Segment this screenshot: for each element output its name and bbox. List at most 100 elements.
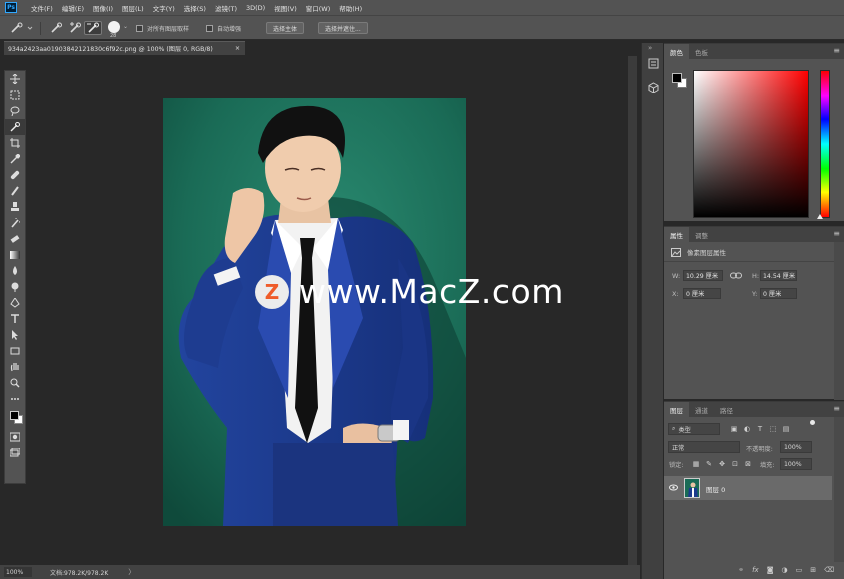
menu-file[interactable]: 文件(F) <box>31 3 53 13</box>
canvas-vertical-scrollbar[interactable] <box>628 56 637 565</box>
menu-filter[interactable]: 滤镜(T) <box>215 3 237 13</box>
hue-slider[interactable] <box>820 70 830 218</box>
lock-all-icon[interactable]: ⊠ <box>744 460 752 468</box>
select-subject-button[interactable]: 选择主体 <box>266 22 305 34</box>
menu-layer[interactable]: 图层(L) <box>122 3 144 13</box>
trash-icon[interactable]: ⌫ <box>824 566 834 574</box>
layer-row[interactable]: 图层 0 <box>664 476 832 500</box>
link-icon[interactable] <box>730 271 742 280</box>
blend-mode-select[interactable]: 正常 <box>668 441 740 453</box>
add-to-selection-button[interactable] <box>66 21 84 35</box>
layer-filter-select[interactable]: ⌕ 类型 <box>668 423 720 435</box>
tab-layers[interactable]: 图层 <box>664 402 689 417</box>
menu-select[interactable]: 选择(S) <box>184 3 206 13</box>
filter-adjustment-icon[interactable]: ◐ <box>743 425 751 433</box>
height-field[interactable]: 14.54 厘米 <box>760 270 797 281</box>
auto-enhance-checkbox[interactable] <box>206 25 213 32</box>
menu-3d[interactable]: 3D(D) <box>246 4 265 12</box>
tool-marquee[interactable] <box>5 87 25 103</box>
filter-smart-object-icon[interactable]: ▤ <box>782 425 790 433</box>
menu-type[interactable]: 文字(Y) <box>153 3 175 13</box>
hue-slider-handle[interactable] <box>817 214 823 219</box>
history-panel-button[interactable] <box>646 56 660 70</box>
collapse-icon[interactable]: » <box>648 44 652 52</box>
lock-artboard-icon[interactable]: ⊡ <box>731 460 739 468</box>
chevron-down-icon[interactable]: ⌄ <box>123 23 128 30</box>
tool-more[interactable] <box>5 391 25 407</box>
tool-blur[interactable] <box>5 263 25 279</box>
link-layers-icon[interactable]: ⚭ <box>738 566 744 574</box>
tool-dodge[interactable] <box>5 279 25 295</box>
menu-image[interactable]: 图像(I) <box>93 3 113 13</box>
tool-eyedropper[interactable] <box>5 151 25 167</box>
add-mask-icon[interactable]: ◙ <box>767 566 774 574</box>
tool-move[interactable] <box>5 71 25 87</box>
tool-gradient[interactable] <box>5 247 25 263</box>
tool-brush[interactable] <box>5 183 25 199</box>
status-menu-arrow[interactable]: 〉 <box>128 567 135 577</box>
tool-path-selection[interactable] <box>5 327 25 343</box>
menu-edit[interactable]: 编辑(E) <box>62 3 84 13</box>
panel-menu-icon[interactable]: ≡ <box>833 47 840 55</box>
tab-channels[interactable]: 通道 <box>689 402 714 417</box>
tab-paths[interactable]: 路径 <box>714 402 739 417</box>
properties-scrollbar[interactable] <box>834 242 844 400</box>
color-swatches[interactable] <box>5 407 25 429</box>
menu-view[interactable]: 视图(V) <box>274 3 297 13</box>
filter-type-icon[interactable]: T <box>756 425 764 433</box>
document-image[interactable] <box>163 98 466 526</box>
tab-color[interactable]: 颜色 <box>664 44 689 59</box>
subtract-from-selection-button[interactable] <box>84 21 102 35</box>
new-adjustment-icon[interactable]: ◑ <box>781 566 787 574</box>
eye-icon[interactable] <box>669 484 678 491</box>
tool-crop[interactable] <box>5 135 25 151</box>
tool-lasso[interactable] <box>5 103 25 119</box>
lock-pixels-icon[interactable]: ✎ <box>705 460 713 468</box>
new-group-icon[interactable]: ▭ <box>796 566 803 574</box>
tool-rectangle[interactable] <box>5 343 25 359</box>
menu-help[interactable]: 帮助(H) <box>339 3 362 13</box>
foreground-color-swatch[interactable] <box>10 411 19 420</box>
x-field[interactable]: 0 厘米 <box>683 288 721 299</box>
tool-screen-mode[interactable] <box>5 445 25 461</box>
filter-pixel-icon[interactable]: ▣ <box>730 425 738 433</box>
foreground-swatch[interactable] <box>672 73 682 83</box>
tab-swatches[interactable]: 色板 <box>689 44 714 59</box>
tool-healing-brush[interactable] <box>5 167 25 183</box>
panel-menu-icon[interactable]: ≡ <box>833 405 840 413</box>
tool-hand[interactable] <box>5 359 25 375</box>
tool-quick-mask[interactable] <box>5 429 25 445</box>
y-field[interactable]: 0 厘米 <box>760 288 797 299</box>
color-picker-field[interactable] <box>693 70 809 218</box>
lock-position-icon[interactable]: ✥ <box>718 460 726 468</box>
new-layer-icon[interactable]: ⊞ <box>810 566 816 574</box>
tool-preset-picker[interactable] <box>8 21 36 35</box>
select-and-mask-button[interactable]: 选择并遮住... <box>318 22 368 34</box>
opacity-field[interactable]: 100% <box>780 441 812 453</box>
lock-transparency-icon[interactable]: ▦ <box>692 460 700 468</box>
panel-menu-icon[interactable]: ≡ <box>833 230 840 238</box>
brush-size-picker[interactable] <box>108 21 120 33</box>
tool-clone-stamp[interactable] <box>5 199 25 215</box>
tab-adjustments[interactable]: 调整 <box>689 227 714 242</box>
tool-type[interactable] <box>5 311 25 327</box>
filter-toggle-icon[interactable] <box>810 420 815 425</box>
tool-pen[interactable] <box>5 295 25 311</box>
document-tab[interactable]: 934a2423aa01903842121830c6f92c.png @ 100… <box>4 41 245 55</box>
tool-history-brush[interactable] <box>5 215 25 231</box>
sample-all-layers-checkbox[interactable] <box>136 25 143 32</box>
tool-eraser[interactable] <box>5 231 25 247</box>
layer-style-icon[interactable]: fx <box>752 566 759 574</box>
menu-window[interactable]: 窗口(W) <box>306 3 331 13</box>
tab-properties[interactable]: 属性 <box>664 227 689 242</box>
filter-shape-icon[interactable]: ⬚ <box>769 425 777 433</box>
tool-quick-selection[interactable] <box>5 119 25 135</box>
zoom-field[interactable]: 100% <box>4 567 32 577</box>
close-icon[interactable]: × <box>235 45 240 52</box>
layers-scrollbar[interactable] <box>834 417 844 562</box>
new-selection-button[interactable] <box>47 21 65 35</box>
tool-zoom[interactable] <box>5 375 25 391</box>
3d-panel-button[interactable] <box>646 80 660 94</box>
width-field[interactable]: 10.29 厘米 <box>683 270 723 281</box>
fill-field[interactable]: 100% <box>780 458 812 470</box>
